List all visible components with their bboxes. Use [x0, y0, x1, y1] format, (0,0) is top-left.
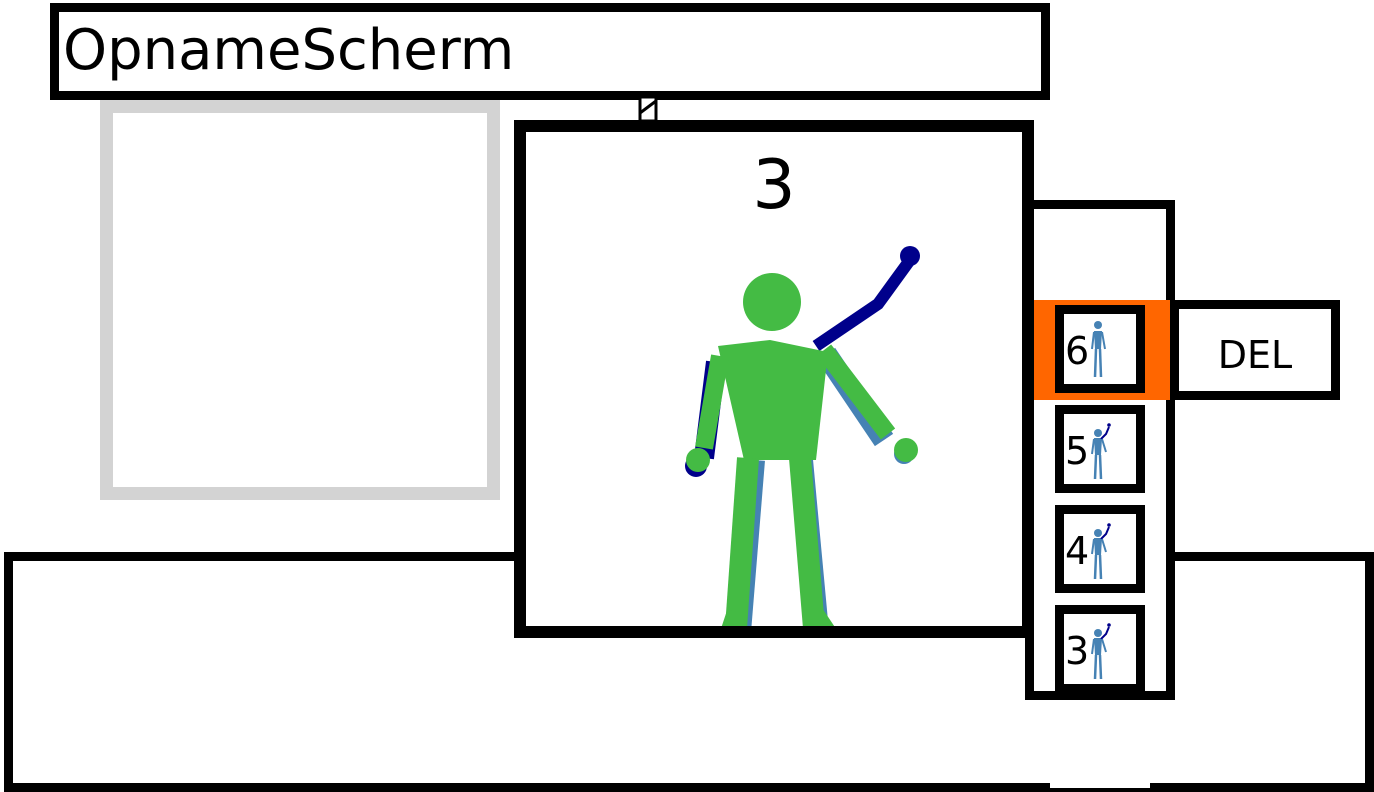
frame-thumb-4[interactable]: 4: [1055, 505, 1145, 593]
figure-arms-down-icon: [1091, 321, 1106, 378]
pose-canvas[interactable]: [526, 132, 1022, 626]
figure-torso: [718, 340, 828, 460]
frame-thumb-number: 5: [1065, 429, 1090, 473]
figure-head: [743, 273, 801, 331]
figure-right-arm: [816, 344, 896, 440]
figure-right-hand: [894, 438, 918, 462]
figure-right-leg: [789, 457, 825, 626]
screen-title: OpnameScherm: [63, 18, 515, 83]
frame-thumb-number: 6: [1065, 329, 1090, 373]
bottom-panel-gap: [1050, 770, 1150, 788]
pose-editor-frame[interactable]: 3: [514, 120, 1034, 638]
figure-left-foot: [721, 609, 745, 626]
delete-frame-button[interactable]: DEL: [1170, 300, 1340, 400]
figure-arm-raised-icon: [1091, 423, 1111, 480]
frame-thumb-number: 4: [1065, 529, 1090, 573]
frame-thumb-number: 3: [1065, 629, 1090, 673]
frame-thumb-5[interactable]: 5: [1055, 405, 1145, 493]
delete-button-label: DEL: [1217, 333, 1293, 377]
figure-arm-raised-icon: [1091, 523, 1111, 580]
previous-raised-arm: [812, 256, 915, 351]
figure-arm-raised-icon: [1091, 623, 1111, 680]
figure-left-leg: [725, 457, 759, 626]
current-pose-figure: [686, 273, 918, 626]
previous-raised-hand: [900, 246, 920, 266]
figure-left-hand: [686, 448, 710, 472]
frame-thumb-6[interactable]: 6: [1055, 305, 1145, 393]
frame-thumb-3[interactable]: 3: [1055, 605, 1145, 693]
camera-preview-box: [100, 100, 500, 500]
figure-right-foot: [806, 607, 835, 626]
title-bar: OpnameScherm: [50, 3, 1050, 100]
